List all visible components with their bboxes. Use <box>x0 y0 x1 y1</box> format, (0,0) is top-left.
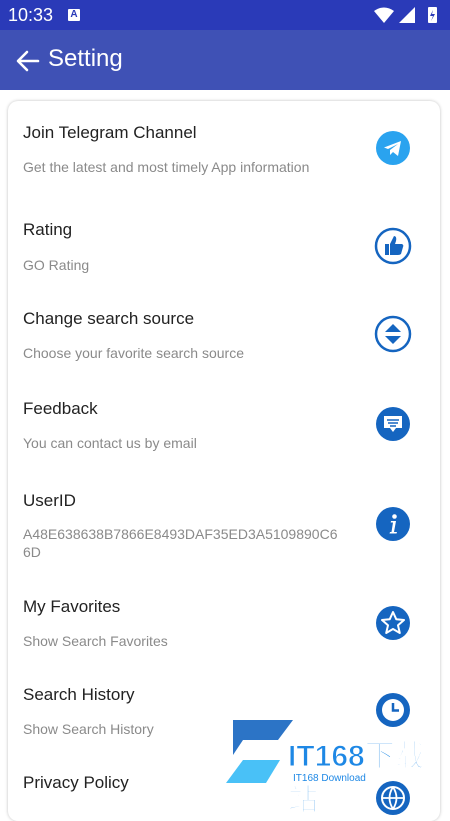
item-title: Change search source <box>23 309 195 328</box>
status-bar: 10:33 A <box>0 0 450 30</box>
settings-item-feedback[interactable]: Feedback You can contact us by email <box>8 377 440 469</box>
system-status-icons <box>374 7 437 23</box>
item-subtitle: Show Search Favorites <box>23 633 168 649</box>
thumbs-up-icon <box>374 227 412 265</box>
item-subtitle: You can contact us by email <box>23 435 197 451</box>
item-subtitle: Choose your favorite search source <box>23 345 244 361</box>
watermark-sub: IT168 Download <box>293 773 366 784</box>
notification-icon: A <box>68 9 80 21</box>
signal-icon <box>399 7 415 23</box>
item-title: My Favorites <box>23 597 121 616</box>
status-time: 10:33 <box>8 5 54 25</box>
item-subtitle: GO Rating <box>23 257 90 273</box>
settings-item-rating[interactable]: Rating GO Rating <box>8 199 440 287</box>
item-title: Rating <box>23 220 73 239</box>
item-title: Privacy Policy <box>23 773 129 792</box>
watermark: IT168下载站 IT168 Download <box>218 715 450 818</box>
settings-item-userid[interactable]: UserID A48E638638B7866E8493DAF35ED3A5109… <box>8 469 440 573</box>
page-title: Setting <box>48 45 123 72</box>
user-id-value: A48E638638B7866E8493DAF35ED3A5109890C66D <box>23 526 338 560</box>
star-icon <box>376 606 410 640</box>
feedback-icon <box>376 407 410 441</box>
app-bar: Setting <box>0 30 450 90</box>
wifi-icon <box>374 7 394 23</box>
item-title: Search History <box>23 685 135 704</box>
settings-item-favorites[interactable]: My Favorites Show Search Favorites <box>8 573 440 663</box>
arrow-left-icon[interactable] <box>12 46 42 76</box>
item-title: UserID <box>23 491 76 510</box>
settings-card: Join Telegram Channel Get the latest and… <box>8 101 440 821</box>
item-subtitle: Get the latest and most timely App infor… <box>23 159 310 175</box>
settings-item-search-source[interactable]: Change search source Choose your favorit… <box>8 287 440 377</box>
item-title: Feedback <box>23 399 98 418</box>
telegram-icon <box>376 131 410 165</box>
item-title: Join Telegram Channel <box>23 123 197 142</box>
settings-item-telegram[interactable]: Join Telegram Channel Get the latest and… <box>8 101 440 199</box>
switch-icon <box>374 315 412 353</box>
info-icon <box>376 507 410 541</box>
